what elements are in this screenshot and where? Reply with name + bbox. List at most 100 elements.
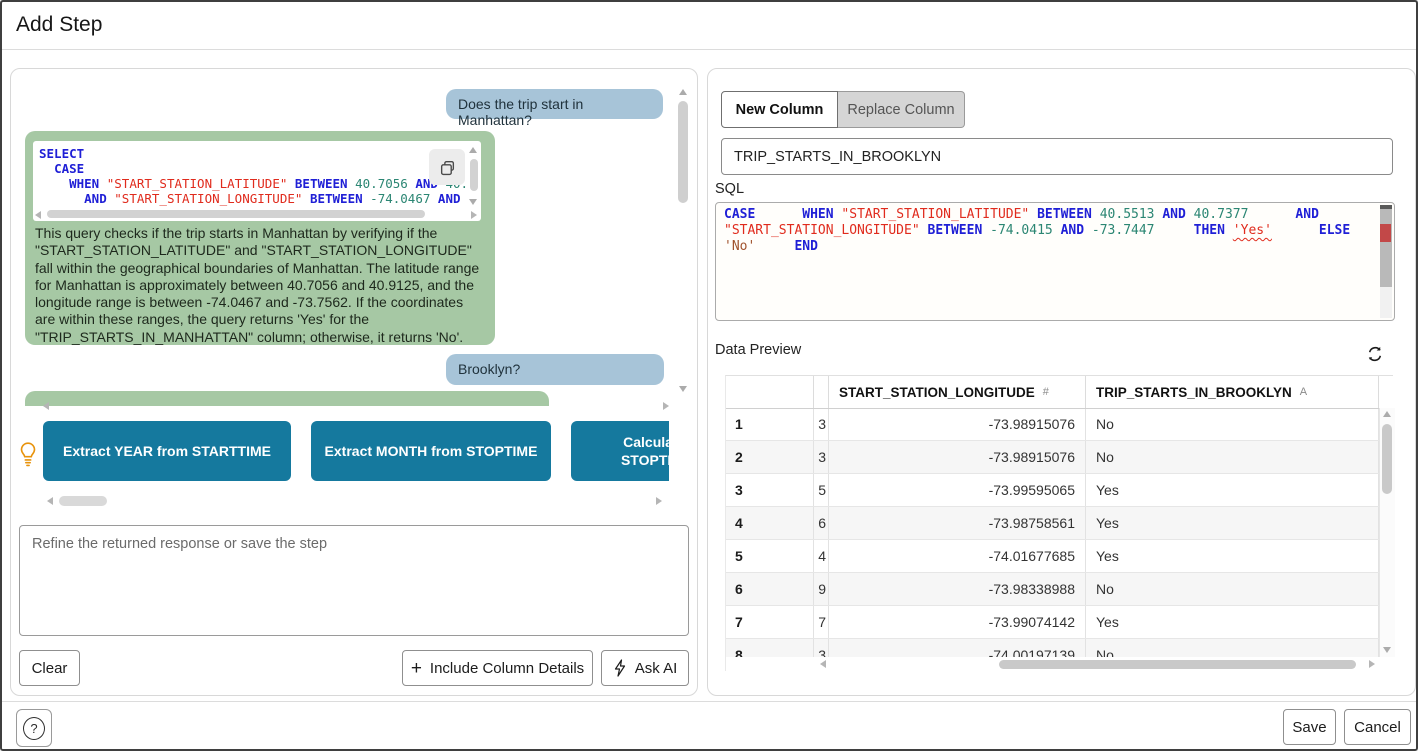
ask-ai-label: Ask AI	[635, 660, 678, 677]
suggestion-button[interactable]: Extract YEAR from STARTTIME	[43, 421, 291, 481]
chat-message-user-2: Brooklyn?	[446, 354, 664, 385]
include-column-details-button[interactable]: + Include Column Details	[402, 650, 593, 686]
table-horizontal-scrollbar[interactable]	[816, 657, 1379, 672]
chat-panel: Does the trip start in Manhattan? SELECT…	[10, 68, 698, 696]
brooklyn-cell: No	[1086, 639, 1379, 657]
clipped-value-cell: 6	[814, 507, 829, 539]
longitude-cell: -73.98758561	[829, 507, 1086, 539]
suggestion-list: Extract YEAR from STARTTIME Extract MONTH…	[39, 421, 669, 485]
code-vertical-scrollbar-thumb[interactable]	[470, 159, 478, 191]
messages-scroll-up-arrow[interactable]	[679, 89, 687, 95]
tab-new-column-label: New Column	[736, 102, 824, 118]
cancel-button-label: Cancel	[1354, 719, 1401, 736]
column-editor-panel: New Column Replace Column SQL CASE WHEN …	[707, 68, 1416, 696]
suggestions-scroll-left-arrow[interactable]	[47, 497, 53, 505]
save-button[interactable]: Save	[1283, 709, 1336, 745]
code-scroll-down-arrow[interactable]	[469, 199, 477, 205]
numeric-type-icon: #	[1043, 386, 1049, 398]
table-row[interactable]: 77-73.99074142Yes	[726, 606, 1379, 639]
suggestions-scrollbar-thumb[interactable]	[59, 496, 107, 506]
code-horizontal-scrollbar-thumb[interactable]	[47, 210, 425, 218]
longitude-cell: -73.98915076	[829, 441, 1086, 473]
lightbulb-icon	[17, 441, 39, 467]
tab-replace-column[interactable]: Replace Column	[838, 91, 965, 128]
sql-editor[interactable]: CASE WHEN "START_STATION_LATITUDE" BETWE…	[715, 202, 1395, 321]
row-number-cell: 7	[726, 606, 814, 638]
dialog-header: Add Step	[2, 2, 1416, 50]
brooklyn-cell: Yes	[1086, 507, 1379, 539]
suggestions-scroll-right-arrow[interactable]	[656, 497, 662, 505]
sql-code-block: SELECT CASE WHEN "START_STATION_LATITUDE…	[33, 141, 481, 221]
copy-icon	[439, 159, 456, 176]
table-scroll-down-arrow[interactable]	[1383, 647, 1391, 653]
header-row-number[interactable]	[726, 376, 814, 408]
table-scroll-up-arrow[interactable]	[1383, 411, 1391, 417]
sql-code: SELECT CASE WHEN "START_STATION_LATITUDE…	[39, 146, 467, 209]
sql-label: SQL	[715, 181, 744, 197]
code-scroll-left-arrow[interactable]	[35, 211, 41, 219]
row-number-cell: 8	[726, 639, 814, 657]
longitude-cell: -73.99074142	[829, 606, 1086, 638]
brooklyn-cell: Yes	[1086, 606, 1379, 638]
brooklyn-cell: Yes	[1086, 474, 1379, 506]
brooklyn-cell: Yes	[1086, 540, 1379, 572]
table-horizontal-scrollbar-thumb[interactable]	[999, 660, 1356, 669]
suggestion-button[interactable]: Calculate diffeSTOPTIME and	[571, 421, 669, 481]
header-trip-starts-in-brooklyn[interactable]: TRIP_STARTS_IN_BROOKLYN A	[1086, 376, 1379, 408]
clipped-value-cell: 9	[814, 573, 829, 605]
clear-button[interactable]: Clear	[19, 650, 80, 686]
table-row[interactable]: 83-74.00197139No	[726, 639, 1379, 657]
brooklyn-cell: No	[1086, 408, 1379, 440]
messages-scroll-right-arrow[interactable]	[663, 402, 669, 410]
clipped-value-cell: 3	[814, 639, 829, 657]
table-row[interactable]: 69-73.98338988No	[726, 573, 1379, 606]
table-row[interactable]: 35-73.99595065Yes	[726, 474, 1379, 507]
tab-new-column[interactable]: New Column	[721, 91, 838, 128]
code-scroll-up-arrow[interactable]	[469, 147, 477, 153]
cancel-button[interactable]: Cancel	[1344, 709, 1411, 745]
help-button[interactable]: ?	[16, 709, 52, 747]
table-scroll-right-arrow[interactable]	[1369, 660, 1375, 668]
clear-button-label: Clear	[32, 660, 68, 677]
table-row[interactable]: 46-73.98758561Yes	[726, 507, 1379, 540]
table-row[interactable]: 13-73.98915076No	[726, 408, 1379, 441]
messages-scroll-left-arrow[interactable]	[43, 402, 49, 410]
response-explanation: This query checks if the trip starts in …	[35, 225, 487, 346]
header-clipped-column[interactable]	[814, 376, 829, 408]
row-number-cell: 2	[726, 441, 814, 473]
header-label: START_STATION_LONGITUDE	[839, 385, 1035, 400]
table-header-row: START_STATION_LONGITUDE # TRIP_STARTS_IN…	[726, 376, 1379, 409]
dialog-footer: ? Save Cancel	[2, 701, 1416, 749]
sql-editor-warning-marker	[1380, 224, 1391, 242]
refresh-button[interactable]	[1365, 343, 1387, 365]
clipped-value-cell: 4	[814, 540, 829, 572]
messages-scroll-down-arrow[interactable]	[679, 386, 687, 392]
table-scroll-left-arrow[interactable]	[820, 660, 826, 668]
include-column-details-label: Include Column Details	[430, 660, 584, 677]
row-number-cell: 6	[726, 573, 814, 605]
ask-ai-button[interactable]: Ask AI	[601, 650, 689, 686]
table-vertical-scrollbar-thumb[interactable]	[1382, 424, 1392, 494]
longitude-cell: -74.00197139	[829, 639, 1086, 657]
table-vertical-scrollbar[interactable]	[1379, 408, 1395, 657]
chat-message-user: Does the trip start in Manhattan?	[446, 89, 663, 119]
plus-icon: +	[411, 659, 422, 678]
header-label: TRIP_STARTS_IN_BROOKLYN	[1096, 385, 1292, 400]
refine-input[interactable]	[19, 525, 689, 636]
messages-scrollbar-thumb[interactable]	[678, 101, 688, 203]
clipped-value-cell: 3	[814, 441, 829, 473]
clipped-value-cell: 3	[814, 408, 829, 440]
suggestion-button[interactable]: Extract MONTH from STOPTIME	[311, 421, 551, 481]
code-scroll-right-arrow[interactable]	[471, 211, 477, 219]
data-preview-table: START_STATION_LONGITUDE # TRIP_STARTS_IN…	[725, 375, 1393, 671]
table-row[interactable]: 23-73.98915076No	[726, 441, 1379, 474]
header-start-station-longitude[interactable]: START_STATION_LONGITUDE #	[829, 376, 1086, 408]
preview-table-body: 13-73.98915076No23-73.98915076No35-73.99…	[726, 408, 1379, 657]
table-row[interactable]: 54-74.01677685Yes	[726, 540, 1379, 573]
column-name-input[interactable]	[721, 138, 1393, 175]
longitude-cell: -73.99595065	[829, 474, 1086, 506]
longitude-cell: -73.98338988	[829, 573, 1086, 605]
sql-editor-scrollbar-thumb[interactable]	[1380, 209, 1392, 287]
data-preview-label: Data Preview	[715, 342, 801, 358]
copy-button[interactable]	[429, 149, 465, 185]
